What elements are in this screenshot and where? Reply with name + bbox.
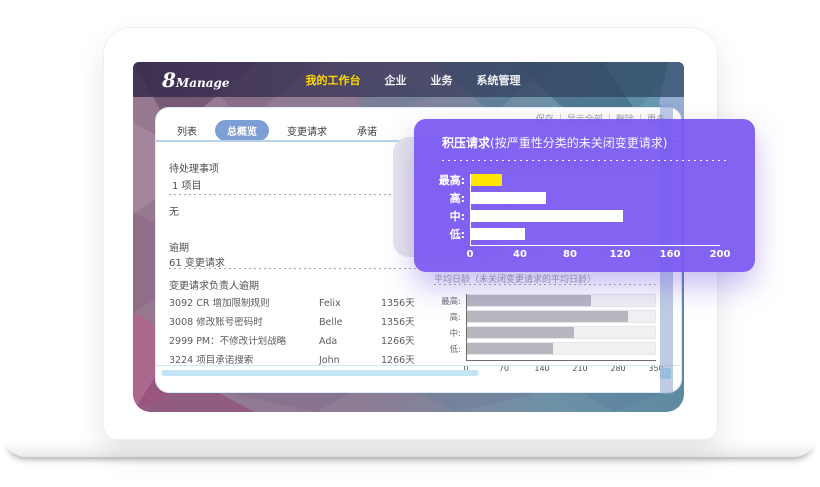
- chart-bar: [471, 192, 546, 204]
- chart-row: 低:: [467, 342, 656, 355]
- dotted-divider: [442, 160, 730, 162]
- tab-overview[interactable]: 总概览: [215, 120, 269, 141]
- table-row-age: 1266天: [381, 336, 431, 348]
- chart-bar: [467, 327, 574, 338]
- chart-bar: [467, 311, 628, 322]
- card-title: 积压请求(按严重性分类的未关闭变更请求): [442, 134, 667, 151]
- chart-bar: [467, 343, 553, 354]
- chart-bar-track: [471, 174, 720, 186]
- dotted-divider: [434, 284, 656, 286]
- chart-category-label: 中:: [450, 327, 461, 339]
- nav-item-business[interactable]: 业务: [431, 72, 453, 88]
- chart-bar: [471, 228, 525, 240]
- horizontal-scrollbar-track: [156, 365, 681, 366]
- chart-row: 中:: [467, 326, 656, 339]
- chart-row: 高:: [467, 310, 656, 323]
- chart-category-label: 最高:: [439, 172, 465, 188]
- card-title-subtitle: (按严重性分类的未关闭变更请求): [490, 136, 667, 150]
- tab-bar: 列表 总概览 变更请求 承诺: [165, 120, 389, 141]
- table-row-owner: Ada: [319, 336, 381, 348]
- pending-items-title: 待处理事项: [169, 160, 219, 175]
- chart-plot-area: 最高: 高: 中: 低:: [470, 174, 720, 246]
- chart-category-label: 中:: [450, 208, 465, 224]
- chart-category-label: 低:: [450, 226, 465, 242]
- chart-axis-tick: 120: [610, 249, 631, 260]
- overdue-title: 逾期: [169, 239, 189, 254]
- chart-row: 最高:: [471, 174, 720, 186]
- chart-axis-tick: 160: [660, 249, 681, 260]
- chart-axis-tick: 40: [513, 249, 527, 260]
- nav-item-system-admin[interactable]: 系统管理: [477, 72, 521, 88]
- tab-change-requests[interactable]: 变更请求: [275, 120, 339, 141]
- chart-axis: 04080120160200: [470, 249, 720, 262]
- chart-bar: [467, 295, 591, 306]
- table-row-title[interactable]: 2999 PM：不修改计划战略: [169, 336, 319, 348]
- chart-bar-track: [467, 310, 656, 323]
- top-navigation: 我的工作台 企业 业务 系统管理: [306, 72, 521, 88]
- chart-row: 最高:: [467, 294, 656, 307]
- card-title-main: 积压请求: [442, 136, 490, 150]
- chart-bar-track: [471, 192, 720, 204]
- nav-item-my-workbench[interactable]: 我的工作台: [306, 72, 361, 88]
- chart-category-label: 最高:: [441, 295, 461, 307]
- tab-commitments[interactable]: 承诺: [345, 120, 389, 141]
- tab-list[interactable]: 列表: [165, 120, 209, 141]
- chart-axis-tick: 200: [710, 249, 731, 260]
- table-row-owner: Felix: [319, 298, 381, 310]
- logo-name: Manage: [176, 76, 230, 90]
- chart-bar-track: [467, 294, 656, 307]
- app-logo[interactable]: 8Manage: [162, 68, 230, 92]
- nav-item-enterprise[interactable]: 企业: [385, 72, 407, 88]
- chart-row: 低:: [471, 228, 720, 240]
- chart-plot-area: 最高: 高: 中: 低:: [466, 294, 656, 361]
- chart-category-label: 高:: [450, 190, 465, 206]
- app-header: 8Manage 我的工作台 企业 业务 系统管理: [133, 62, 684, 97]
- chart-bar: [471, 174, 502, 186]
- owner-overdue-title: 变更请求负责人逾期: [169, 277, 259, 292]
- avg-age-chart: 最高:高:中:低:070140210280350: [434, 289, 656, 377]
- table-row-title[interactable]: 3092 CR 增加限制规则: [169, 298, 319, 310]
- table-row-title[interactable]: 3008 修改账号密码时: [169, 317, 319, 329]
- backlog-chart: 最高:高:中:低:04080120160200: [430, 169, 720, 262]
- pending-items-value[interactable]: 1 项目: [172, 177, 202, 192]
- chart-bar: [471, 210, 623, 222]
- empty-label: 无: [169, 203, 179, 218]
- chart-row: 高:: [471, 192, 720, 204]
- laptop-base: [6, 438, 814, 457]
- chart-bar-track: [467, 326, 656, 339]
- table-row-age: 1356天: [381, 317, 431, 329]
- laptop-mockup: 8Manage 我的工作台 企业 业务 系统管理 保存 | 显示全部 | 删除 …: [0, 0, 820, 487]
- backlog-callout-card: 积压请求(按严重性分类的未关闭变更请求) 最高:高:中:低:0408012016…: [414, 119, 755, 272]
- table-row-age: 1356天: [381, 298, 431, 310]
- chart-axis-tick: 80: [563, 249, 577, 260]
- chart-bar-track: [467, 342, 656, 355]
- chart-axis-tick: 0: [467, 249, 474, 260]
- overdue-value[interactable]: 61 变更请求: [169, 254, 225, 269]
- table-row-owner: Belle: [319, 317, 381, 329]
- chart-category-label: 低:: [450, 343, 461, 355]
- chart-bar-track: [471, 228, 720, 240]
- chart-bar-track: [471, 210, 720, 222]
- logo-8: 8: [162, 68, 176, 92]
- chart-row: 中:: [471, 210, 720, 222]
- dotted-divider: [169, 194, 417, 196]
- chart-category-label: 高:: [450, 311, 461, 323]
- horizontal-scrollbar-thumb[interactable]: [161, 370, 479, 376]
- overdue-table: 3092 CR 增加限制规则 Felix 1356天 3008 修改账号密码时 …: [169, 298, 431, 367]
- dotted-divider: [169, 268, 417, 270]
